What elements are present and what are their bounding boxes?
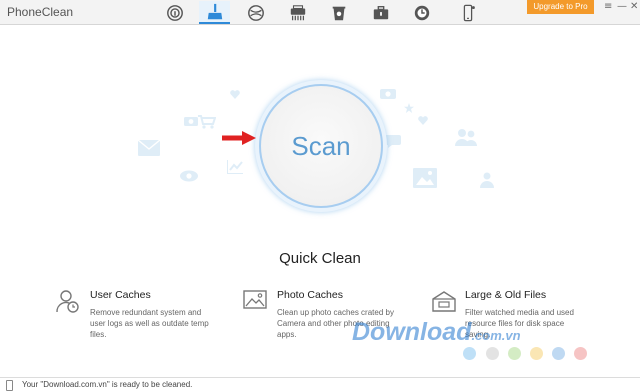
- image-decor-icon: [413, 168, 437, 188]
- camera-decor-icon: [184, 115, 198, 126]
- user-clock-icon: [56, 290, 79, 313]
- feature-description: Clean up photo caches crated by Camera a…: [277, 308, 394, 339]
- color-dot[interactable]: [552, 347, 565, 360]
- feature-name: User Caches: [90, 289, 151, 301]
- menu-icon[interactable]: ≡: [604, 1, 612, 13]
- chart-decor-icon: [227, 160, 243, 174]
- people-decor-icon: [455, 128, 477, 146]
- close-icon[interactable]: ✕: [630, 1, 638, 13]
- fingerprint-icon: [166, 4, 183, 21]
- toolbox-icon: [373, 5, 388, 19]
- red-arrow-icon: [222, 131, 256, 145]
- photo-icon: [243, 290, 267, 309]
- color-dot[interactable]: [508, 347, 521, 360]
- heart-decor-icon: [230, 90, 240, 99]
- heart-decor-icon-2: [418, 116, 428, 125]
- scan-button[interactable]: Scan: [259, 84, 383, 208]
- shredder-icon: [290, 4, 305, 20]
- broom-icon: [207, 3, 222, 19]
- mail-decor-icon: [138, 140, 160, 156]
- tab-device[interactable]: [452, 1, 483, 24]
- feature-description: Filter watched media and used resource f…: [465, 308, 574, 339]
- tab-deep-clean[interactable]: [282, 1, 313, 24]
- chat-decor-icon: [385, 135, 401, 148]
- tab-internet-clean[interactable]: [240, 1, 271, 24]
- tab-history[interactable]: [406, 1, 437, 24]
- clock-icon: [414, 5, 429, 20]
- box-icon: [432, 291, 456, 312]
- page-title: Quick Clean: [279, 250, 361, 267]
- camera-decor-icon-2: [380, 87, 396, 99]
- color-dot[interactable]: [486, 347, 499, 360]
- color-dot[interactable]: [574, 347, 587, 360]
- cart-decor-icon: [198, 115, 216, 129]
- feature-name: Photo Caches: [277, 289, 343, 301]
- color-dot[interactable]: [530, 347, 543, 360]
- star-decor-icon: [404, 103, 414, 113]
- app-title: PhoneClean: [7, 5, 74, 19]
- color-dot[interactable]: [463, 347, 476, 360]
- eye-decor-icon: [180, 170, 198, 182]
- feature-description: Remove redundant system and user logs as…: [90, 308, 209, 339]
- minimize-icon[interactable]: —: [617, 1, 627, 13]
- status-bar: Your "Download.com.vn" is ready to be cl…: [0, 377, 640, 392]
- tab-privacy-clean[interactable]: [159, 1, 190, 24]
- tab-silent-clean[interactable]: [323, 1, 354, 24]
- device-icon: [6, 380, 13, 391]
- globe-icon: [247, 4, 264, 21]
- upgrade-button[interactable]: Upgrade to Pro: [527, 0, 594, 14]
- top-toolbar: PhoneClean Upgrade to Pro ≡ — ✕: [0, 0, 640, 25]
- user-decor-icon: [480, 172, 494, 188]
- tab-toolbox[interactable]: [365, 1, 396, 24]
- tab-quick-clean[interactable]: [199, 1, 230, 24]
- status-text: Your "Download.com.vn" is ready to be cl…: [22, 380, 193, 389]
- feature-name: Large & Old Files: [465, 289, 547, 301]
- phone-icon: [463, 4, 475, 21]
- bin-icon: [332, 6, 345, 20]
